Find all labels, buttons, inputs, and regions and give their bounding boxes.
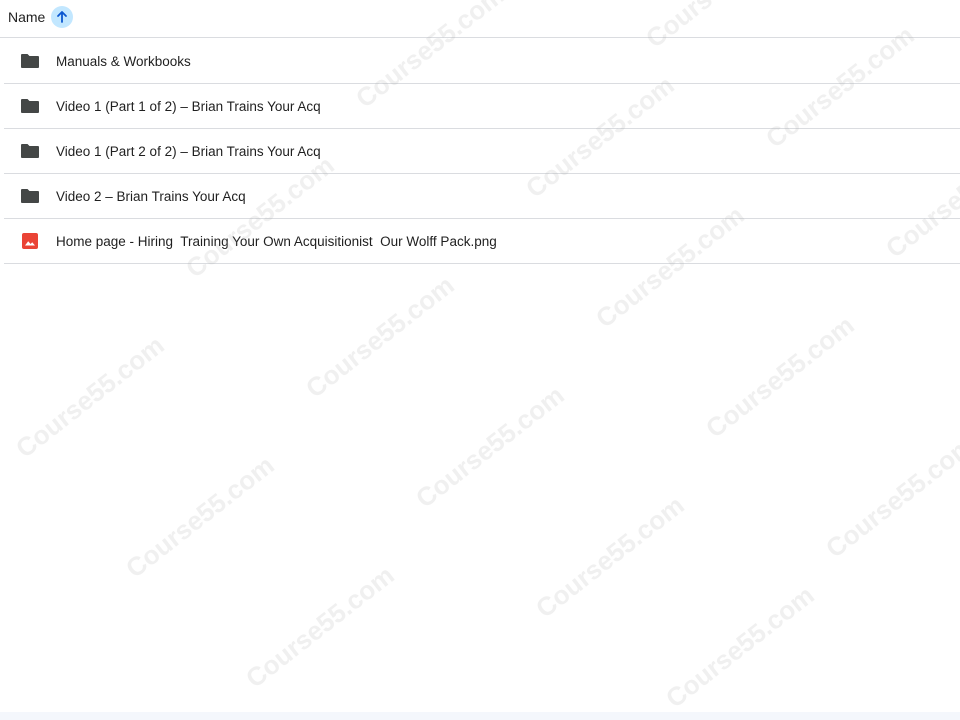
image-file-icon — [20, 231, 40, 251]
arrow-up-icon[interactable] — [51, 6, 74, 28]
file-name: Video 1 (Part 2 of 2) – Brian Trains You… — [56, 143, 321, 159]
bottom-strip — [0, 712, 960, 720]
folder-icon — [20, 141, 40, 161]
file-name: Video 2 – Brian Trains Your Acq — [56, 188, 246, 204]
file-list: Manuals & Workbooks Video 1 (Part 1 of 2… — [4, 39, 960, 264]
folder-icon — [20, 186, 40, 206]
watermark: Course55.com — [410, 379, 570, 514]
watermark: Course55.com — [530, 489, 690, 624]
file-name: Video 1 (Part 1 of 2) – Brian Trains You… — [56, 98, 321, 114]
list-item[interactable]: Video 2 – Brian Trains Your Acq — [4, 174, 960, 219]
sort-by-name-button[interactable]: Name — [4, 4, 77, 30]
watermark: Course55.com — [660, 579, 820, 714]
watermark: Course55.com — [300, 269, 460, 404]
name-column-label: Name — [8, 9, 46, 25]
watermark: Course55.com — [10, 329, 170, 464]
folder-icon — [20, 51, 40, 71]
list-item[interactable]: Video 1 (Part 1 of 2) – Brian Trains You… — [4, 84, 960, 129]
watermark: Course55.com — [820, 429, 960, 564]
list-item[interactable]: Home page - Hiring Training Your Own Acq… — [4, 219, 960, 264]
watermark: Course55.com — [700, 309, 860, 444]
file-browser: Name Manuals & Workbooks Video 1 (Part 1… — [0, 0, 960, 720]
list-item[interactable]: Video 1 (Part 2 of 2) – Brian Trains You… — [4, 129, 960, 174]
list-item[interactable]: Manuals & Workbooks — [4, 39, 960, 84]
folder-icon — [20, 96, 40, 116]
file-name: Home page - Hiring Training Your Own Acq… — [56, 233, 497, 249]
watermark: Course55.com — [120, 449, 280, 584]
list-header: Name — [0, 0, 960, 38]
watermark: Course55.com — [240, 559, 400, 694]
file-name: Manuals & Workbooks — [56, 53, 191, 69]
